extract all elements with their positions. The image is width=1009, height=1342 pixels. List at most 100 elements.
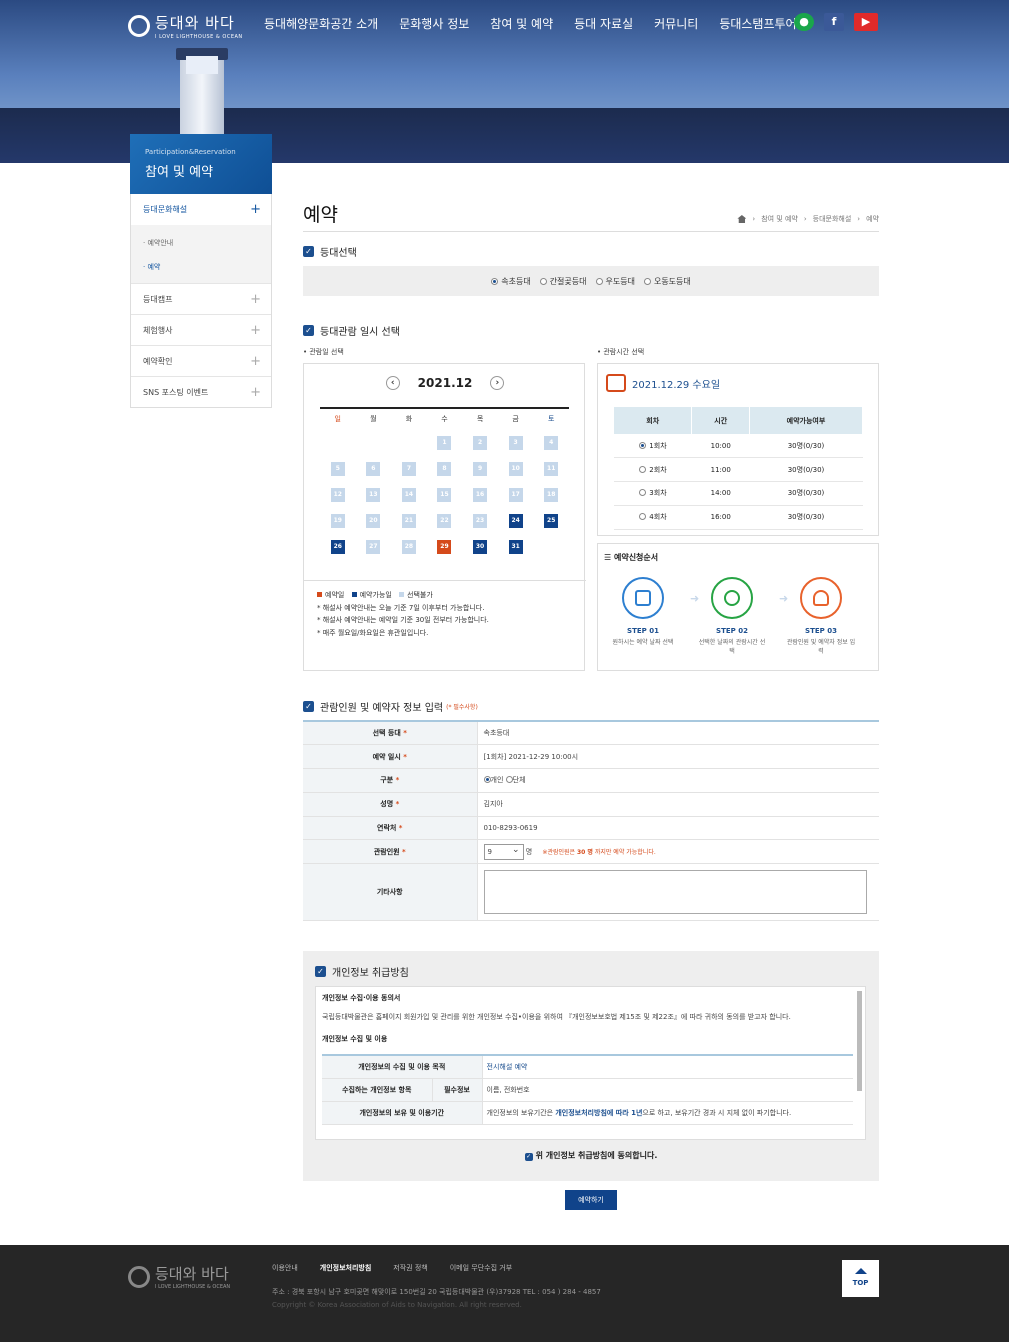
- calendar-day-available[interactable]: 25: [544, 514, 559, 528]
- etc-textarea[interactable]: [483, 870, 867, 915]
- scrollbar[interactable]: [857, 991, 862, 1091]
- home-icon[interactable]: [737, 215, 747, 223]
- step-number: STEP 03: [805, 627, 837, 635]
- calendar-header: ‹ 2021.12 ›: [304, 376, 586, 390]
- breadcrumb-sep: ›: [803, 215, 807, 223]
- step-3: STEP 03 관람인원 및 예약자 정보 입력: [786, 577, 856, 656]
- logo-title: 등대와 바다: [155, 14, 235, 32]
- steps-title-text: 예약신청순서: [613, 553, 659, 562]
- sidebar-item-check[interactable]: 예약확인 +: [131, 345, 271, 376]
- avail-cell: 30명(0/30): [749, 481, 863, 506]
- nav-item-archive[interactable]: 등대 자료실: [574, 15, 633, 32]
- radio-icon[interactable]: [639, 489, 647, 497]
- calendar-day-selected[interactable]: 29: [437, 540, 452, 554]
- plus-icon: +: [250, 322, 261, 338]
- footer-link[interactable]: 이메일 무단수집 거부: [450, 1263, 512, 1273]
- youtube-icon[interactable]: ▶: [854, 13, 878, 31]
- radio-odongdo[interactable]: 오동도등대: [643, 276, 691, 287]
- calendar-weekdays: 일 월 화 수 목 금 토: [320, 414, 569, 424]
- field-label: 기타사항: [303, 863, 478, 922]
- privacy-cell-header: 수집하는 개인정보 항목: [322, 1078, 433, 1102]
- kakao-icon[interactable]: ●: [794, 13, 814, 31]
- selected-date: 2021.12.29 수요일: [606, 374, 720, 392]
- radio-label: 우도등대: [605, 276, 635, 286]
- breadcrumb-item: 예약: [866, 215, 879, 223]
- name-field[interactable]: 김지아: [477, 792, 879, 817]
- step-number: STEP 02: [716, 627, 748, 635]
- nav-item-community[interactable]: 커뮤니티: [654, 15, 698, 32]
- footer-logo-title: 등대와 바다: [155, 1265, 229, 1283]
- calendar-day-available[interactable]: 30: [473, 540, 488, 554]
- calendar-grid: 1 2 3 4 5 6 7 8 9 10 11 12 13 14 15 16 1…: [320, 436, 569, 554]
- privacy-scrollbox[interactable]: 개인정보 수집·이용 동의서 국립등대박물관은 홈페이지 회원가입 및 관리를 …: [315, 986, 866, 1140]
- privacy-text: 개인정보의 보유기간은: [486, 1108, 556, 1117]
- step-1: STEP 01 원하시는 예약 날짜 선택: [608, 577, 678, 647]
- sidebar-item-sns-event[interactable]: SNS 포스팅 이벤트 +: [131, 376, 271, 407]
- calendar-blank: [391, 436, 427, 450]
- field-label: 예약 일시: [372, 752, 401, 761]
- facebook-icon[interactable]: f: [824, 13, 844, 31]
- legend-label: 예약가능일: [359, 591, 392, 599]
- privacy-cell: 전시해설 예약: [482, 1055, 853, 1079]
- sidebar-sub-reservation-info[interactable]: · 예약안내: [143, 231, 259, 255]
- time-row[interactable]: 2회차 11:00 30명(0/30): [614, 457, 863, 483]
- footer-link[interactable]: 저작권 정책: [393, 1263, 427, 1273]
- calendar-day-available[interactable]: 24: [508, 514, 523, 528]
- breadcrumb-sep: ›: [752, 215, 756, 223]
- radio-label: 개인: [490, 776, 504, 785]
- breadcrumb-item[interactable]: 참여 및 예약: [761, 214, 798, 224]
- lighthouse-lamp: [186, 56, 218, 74]
- sidebar-item-culture-guide[interactable]: 등대문화해설 +: [131, 194, 271, 225]
- next-month-button[interactable]: ›: [490, 376, 505, 390]
- sidebar-item-experience[interactable]: 체험행사 +: [131, 314, 271, 345]
- radio-icon[interactable]: [639, 513, 647, 521]
- radio-sokcho[interactable]: 속초등대: [491, 276, 531, 287]
- nav-item-reservation[interactable]: 참여 및 예약: [490, 15, 553, 32]
- time-row[interactable]: 4회차 16:00 30명(0/30): [614, 505, 863, 530]
- calendar-day-disabled: 20: [366, 514, 381, 528]
- sidebar-sub-reservation[interactable]: · 예약: [143, 255, 259, 279]
- nav-item-intro[interactable]: 등대해양문화공간 소개: [264, 15, 378, 32]
- radio-udo[interactable]: 우도등대: [595, 276, 635, 287]
- lnb-title: 참여 및 예약: [145, 165, 214, 180]
- agree-checkbox[interactable]: ✓ 위 개인정보 취급방침에 동의합니다.: [303, 1150, 879, 1161]
- calendar-day-disabled: 18: [544, 488, 559, 502]
- calendar-day-available[interactable]: 31: [508, 540, 523, 554]
- footer-link[interactable]: 개인정보처리방침: [320, 1263, 372, 1273]
- calendar-day-disabled: 5: [330, 462, 345, 476]
- time-row[interactable]: 3회차 14:00 30명(0/30): [614, 481, 863, 506]
- breadcrumb-item[interactable]: 등대문화해설: [813, 214, 852, 224]
- calendar-day-disabled: 11: [544, 462, 559, 476]
- check-icon: ✓: [303, 701, 314, 712]
- sidebar-item-camp[interactable]: 등대캠프 +: [131, 283, 271, 314]
- prev-month-button[interactable]: ‹: [385, 376, 400, 390]
- field-label: 선택 등대: [372, 729, 401, 738]
- radio-icon: [483, 776, 491, 784]
- reserve-button[interactable]: 예약하기: [565, 1190, 617, 1210]
- sns-links: ● f ▶: [794, 13, 878, 31]
- radio-individual[interactable]: 개인: [483, 776, 504, 785]
- privacy-header: ✓ 개인정보 취급방침: [315, 964, 409, 979]
- nav-item-events[interactable]: 문화행사 정보: [399, 15, 469, 32]
- calendar: ‹ 2021.12 › 일 월 화 수 목 금 토 1 2 3 4 5 6 7 …: [303, 363, 586, 671]
- calendar-note: * 해설사 예약안내는 오늘 기준 7일 이후부터 가능합니다.: [317, 603, 485, 612]
- phone-field[interactable]: 010-8293-0619: [477, 816, 879, 841]
- radio-icon[interactable]: [639, 465, 647, 473]
- privacy-cell-header: 개인정보의 보유 및 이용기간: [322, 1101, 483, 1125]
- people-select[interactable]: 9: [483, 843, 524, 860]
- radio-icon[interactable]: [639, 441, 647, 449]
- radio-group[interactable]: 단체: [505, 776, 526, 784]
- footer-link[interactable]: 이용안내: [272, 1263, 298, 1273]
- top-button[interactable]: TOP: [842, 1260, 879, 1297]
- calendar-day-available[interactable]: 26: [330, 540, 345, 554]
- time-row[interactable]: 1회차 10:00 30명(0/30): [614, 434, 863, 459]
- calendar-note: * 해설사 예약안내는 예약일 기준 30일 전부터 가능합니다.: [317, 616, 489, 624]
- calendar-day-disabled: 7: [401, 462, 416, 476]
- step-number: STEP 01: [627, 627, 659, 635]
- radio-label: 오동도등대: [653, 276, 691, 286]
- radio-ganjeolgot[interactable]: 간절곶등대: [539, 276, 587, 287]
- site-logo[interactable]: 등대와 바다 I LOVE LIGHTHOUSE & OCEAN: [128, 12, 243, 40]
- legend-swatch: [351, 592, 357, 597]
- privacy-title: 개인정보 수집·이용 동의서: [322, 994, 401, 1002]
- nav-item-stamp-tour[interactable]: 등대스탬프투어: [719, 15, 796, 32]
